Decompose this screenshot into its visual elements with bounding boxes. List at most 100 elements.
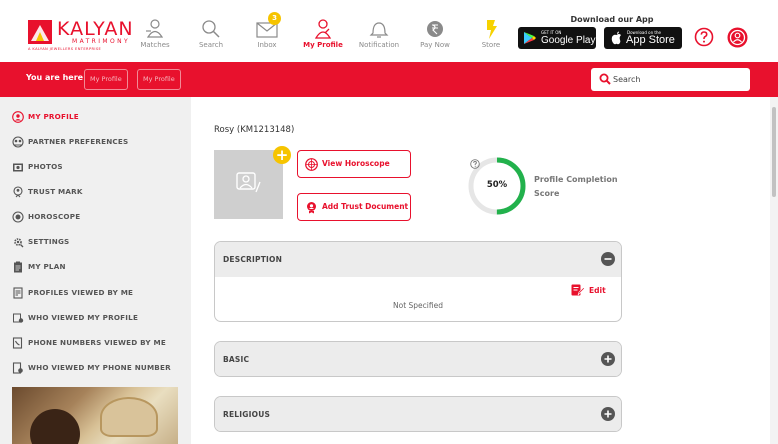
religious-header[interactable]: RELIGIOUS: [215, 397, 621, 431]
google-play-button[interactable]: GET IT ON Google Play: [518, 27, 596, 49]
nav-inbox[interactable]: 3 Inbox: [241, 12, 293, 54]
religious-section[interactable]: RELIGIOUS: [214, 396, 622, 432]
expand-plus-icon[interactable]: [601, 352, 615, 366]
add-trust-label: Add Trust Document: [322, 202, 409, 211]
breadcrumb-item-1[interactable]: My Profile: [84, 69, 128, 90]
help-question-icon[interactable]: [470, 159, 480, 169]
inbox-icon: 3: [255, 12, 281, 40]
basic-section[interactable]: BASIC: [214, 341, 622, 377]
sidebar-item-label: HOROSCOPE: [28, 212, 81, 221]
apple-icon: [611, 31, 621, 45]
help-icon[interactable]: [694, 27, 714, 47]
store-icon: [479, 18, 503, 40]
nav-notification-label: Notification: [358, 41, 400, 49]
sidebar-item-phone-numbers-viewed[interactable]: PHONE NUMBERS VIEWED BY ME: [12, 336, 187, 352]
religious-title: RELIGIOUS: [223, 410, 271, 419]
expand-plus-icon[interactable]: [601, 407, 615, 421]
sidebar-item-my-plan[interactable]: MY PLAN: [12, 260, 187, 276]
sidebar: MY PROFILE PARTNER PREFERENCES PHOTOS TR…: [0, 97, 191, 444]
kalyan-logo-mark-icon: [28, 20, 52, 44]
edit-description-button[interactable]: Edit: [571, 284, 611, 298]
app-store-button[interactable]: Download on the App Store: [604, 27, 682, 49]
add-photo-button[interactable]: +: [273, 146, 291, 164]
who-viewed-icon: [13, 313, 24, 323]
nav-inbox-label: Inbox: [257, 41, 277, 49]
collapse-minus-icon[interactable]: [601, 252, 615, 266]
sidebar-item-who-viewed-phone[interactable]: WHO VIEWED MY PHONE NUMBER: [12, 361, 187, 377]
nav-my-profile[interactable]: My Profile: [297, 18, 349, 54]
profile-completion-label: Profile Completion Score: [534, 175, 618, 198]
account-icon[interactable]: [727, 27, 748, 48]
sidebar-item-horoscope[interactable]: HOROSCOPE: [12, 210, 187, 226]
kalyan-logo[interactable]: KALYAN MATRIMONY A KALYAN JEWELLERS ENTE…: [28, 18, 133, 54]
sidebar-item-label: TRUST MARK: [28, 187, 83, 196]
breadcrumb-item-2[interactable]: My Profile: [137, 69, 181, 90]
description-value: Not Specified: [393, 301, 443, 310]
nav-notification[interactable]: Notification: [353, 18, 405, 54]
profile-icon: [311, 18, 335, 40]
sidebar-item-label: PHONE NUMBERS VIEWED BY ME: [28, 338, 166, 347]
sidebar-item-trust-mark[interactable]: TRUST MARK: [12, 185, 187, 201]
nav-store[interactable]: Store: [465, 18, 517, 54]
nav-matches-label: Matches: [140, 41, 170, 49]
view-horoscope-label: View Horoscope: [322, 159, 390, 168]
trust-icon: [13, 186, 23, 198]
matches-icon: [143, 18, 167, 40]
search-icon: [199, 18, 223, 40]
profile-photo-placeholder[interactable]: [214, 150, 283, 219]
view-horoscope-button[interactable]: View Horoscope: [297, 150, 411, 178]
add-trust-document-button[interactable]: Add Trust Document: [297, 193, 411, 221]
horoscope-icon: [12, 211, 24, 223]
edit-label: Edit: [589, 286, 606, 295]
page-scrollbar[interactable]: [770, 97, 778, 444]
who-phone-icon: [12, 362, 23, 374]
search-icon: [599, 73, 611, 85]
nav-matches[interactable]: Matches: [129, 18, 181, 54]
sidebar-item-label: PHOTOS: [28, 162, 63, 171]
phone-viewed-icon: [12, 337, 23, 349]
sidebar-item-who-viewed-my-profile[interactable]: WHO VIEWED MY PROFILE: [12, 311, 187, 327]
sidebar-item-label: WHO VIEWED MY PHONE NUMBER: [28, 363, 171, 372]
brand-sub: MATRIMONY: [72, 38, 131, 45]
nav-pay-now[interactable]: Pay Now: [409, 18, 461, 54]
sidebar-item-settings[interactable]: SETTINGS: [12, 235, 187, 251]
partner-icon: [12, 136, 24, 148]
photo-figure-1: [30, 409, 80, 444]
nav-paynow-label: Pay Now: [420, 41, 450, 49]
sidebar-item-label: PARTNER PREFERENCES: [28, 137, 129, 146]
nav-search-label: Search: [198, 41, 224, 49]
plan-icon: [14, 261, 22, 273]
rupee-coin-icon: [423, 18, 447, 40]
promo-photo: [12, 387, 178, 444]
sidebar-item-profiles-viewed-by-me[interactable]: PROFILES VIEWED BY ME: [12, 286, 187, 302]
search-input[interactable]: [613, 71, 743, 88]
sidebar-item-label: SETTINGS: [28, 237, 70, 246]
trust-badge-icon: [307, 202, 316, 214]
user-circle-icon: [12, 111, 24, 123]
sidebar-item-label: WHO VIEWED MY PROFILE: [28, 313, 139, 322]
nav-search[interactable]: Search: [185, 18, 237, 54]
photo-figure-2: [100, 397, 158, 437]
sidebar-item-photos[interactable]: PHOTOS: [12, 160, 187, 176]
scrollbar-thumb[interactable]: [772, 107, 776, 197]
search-box[interactable]: [591, 68, 750, 91]
google-play-icon: [524, 32, 536, 44]
sidebar-item-label: PROFILES VIEWED BY ME: [28, 288, 134, 297]
basic-title: BASIC: [223, 355, 250, 364]
profiles-viewed-icon: [13, 287, 23, 299]
breadcrumb-bar: You are here My Profile My Profile: [0, 62, 778, 97]
sidebar-item-partner-preferences[interactable]: PARTNER PREFERENCES: [12, 135, 187, 151]
brand-name: KALYAN: [57, 18, 134, 40]
profile-completion-percent: 50%: [486, 180, 508, 190]
photos-icon: [13, 163, 23, 172]
basic-header[interactable]: BASIC: [215, 342, 621, 376]
google-play-big: Google Play: [541, 35, 596, 46]
horoscope-wheel-icon: [305, 158, 318, 171]
app-store-big: App Store: [626, 34, 675, 46]
description-section: DESCRIPTION Edit Not Specified: [214, 241, 622, 322]
description-header[interactable]: DESCRIPTION: [215, 242, 621, 277]
profile-name: Rosy (KM1213148): [214, 125, 295, 135]
brand-tagline: A KALYAN JEWELLERS ENTERPRISE: [28, 47, 102, 51]
sidebar-item-my-profile[interactable]: MY PROFILE: [12, 110, 187, 126]
download-app-title: Download our App: [570, 15, 654, 24]
